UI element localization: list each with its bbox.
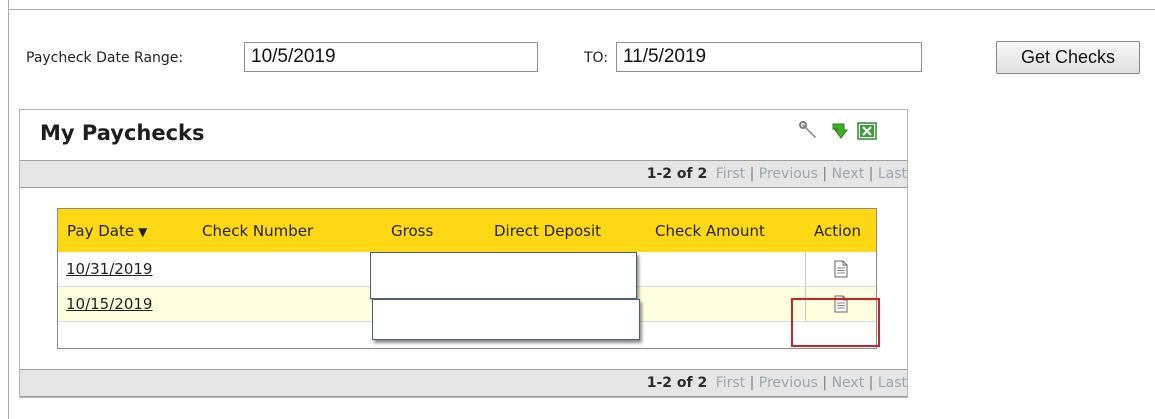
excel-export-icon[interactable] <box>857 121 877 141</box>
redaction-box <box>370 252 637 299</box>
to-label: TO: <box>584 50 609 66</box>
col-check-amount[interactable]: Check Amount <box>646 209 805 252</box>
action-highlight-box <box>791 298 880 347</box>
frame-left-border <box>8 0 9 419</box>
pager-next-link[interactable]: Next <box>832 375 865 391</box>
check-number-cell <box>193 252 382 287</box>
pager-bottom: 1-2 of 2 First | Previous | Next | Last <box>647 375 907 391</box>
end-date-input[interactable] <box>616 42 922 72</box>
col-pay-date-label: Pay Date <box>67 221 135 240</box>
pay-date-link[interactable]: 10/15/2019 <box>66 295 152 313</box>
col-direct-deposit[interactable]: Direct Deposit <box>485 209 646 252</box>
action-cell <box>804 252 876 287</box>
check-number-cell <box>193 286 382 322</box>
pager-first-link[interactable]: First <box>716 166 745 182</box>
sort-down-icon: ▼ <box>138 224 148 239</box>
pay-date-cell: 10/15/2019 <box>58 286 193 322</box>
start-date-input[interactable] <box>244 42 538 72</box>
pager-bar-bottom: 1-2 of 2 First | Previous | Next | Last <box>20 369 907 397</box>
redaction-box <box>372 299 640 340</box>
wrench-icon[interactable] <box>799 121 819 141</box>
pager-previous-link[interactable]: Previous <box>759 166 818 182</box>
frame-top-border <box>8 9 1155 10</box>
pager-separator: | <box>749 375 755 391</box>
pager-last-link[interactable]: Last <box>878 166 907 182</box>
pager-count: 1-2 of 2 <box>646 375 708 391</box>
pager-bar-top: 1-2 of 2 First | Previous | Next | Last <box>20 160 907 188</box>
pager-next-link[interactable]: Next <box>832 166 865 182</box>
col-pay-date[interactable]: Pay Date ▼ <box>58 209 193 252</box>
pager-separator: | <box>822 375 828 391</box>
refresh-icon[interactable] <box>829 121 849 141</box>
portlet-title: My Paychecks <box>40 121 205 145</box>
get-checks-button[interactable]: Get Checks <box>996 41 1140 74</box>
check-amount-cell <box>646 252 805 287</box>
pager-previous-link[interactable]: Previous <box>759 375 818 391</box>
check-amount-cell <box>646 286 805 322</box>
pager-count: 1-2 of 2 <box>646 166 708 182</box>
pager-separator: | <box>822 166 828 182</box>
col-check-number[interactable]: Check Number <box>193 209 382 252</box>
pager-last-link[interactable]: Last <box>878 375 907 391</box>
pay-date-link[interactable]: 10/31/2019 <box>66 260 152 278</box>
date-range-label: Paycheck Date Range: <box>26 50 184 66</box>
col-action: Action <box>805 209 876 252</box>
pager-separator: | <box>868 166 874 182</box>
table-header-row: Pay Date ▼ Check Number Gross Direct Depo… <box>58 209 876 252</box>
document-icon[interactable] <box>834 260 848 278</box>
pager-top: 1-2 of 2 First | Previous | Next | Last <box>647 166 907 182</box>
pager-first-link[interactable]: First <box>716 375 745 391</box>
col-gross[interactable]: Gross <box>382 209 485 252</box>
pager-separator: | <box>868 375 874 391</box>
portlet-header: My Paychecks <box>20 110 907 160</box>
pager-separator: | <box>749 166 755 182</box>
pay-date-cell: 10/31/2019 <box>58 252 193 287</box>
